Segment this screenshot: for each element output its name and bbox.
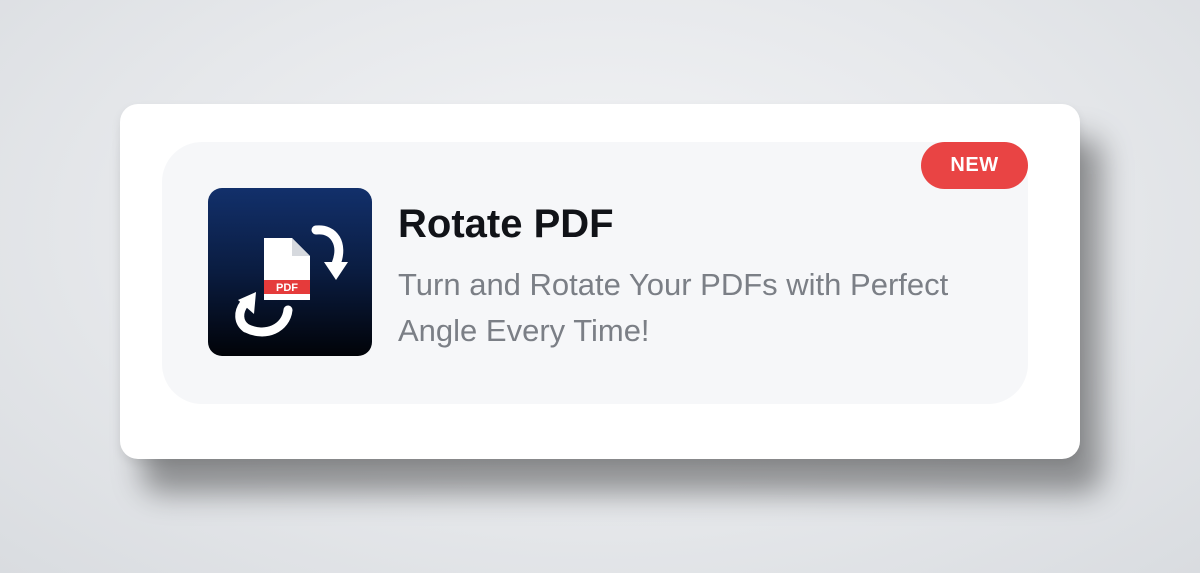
rotate-pdf-icon: PDF xyxy=(208,188,372,356)
tool-title[interactable]: Rotate PDF xyxy=(398,200,614,248)
rotate-pdf-card[interactable]: NEW PDF Rotate PDF Turn and Rotate Your … xyxy=(120,104,1080,459)
rotate-arrow-top-icon xyxy=(311,225,348,280)
pdf-label: PDF xyxy=(276,282,298,294)
document-icon: PDF xyxy=(264,238,310,300)
tool-description: Turn and Rotate Your PDFs with Perfect A… xyxy=(398,267,949,348)
new-badge: NEW xyxy=(921,142,1028,189)
